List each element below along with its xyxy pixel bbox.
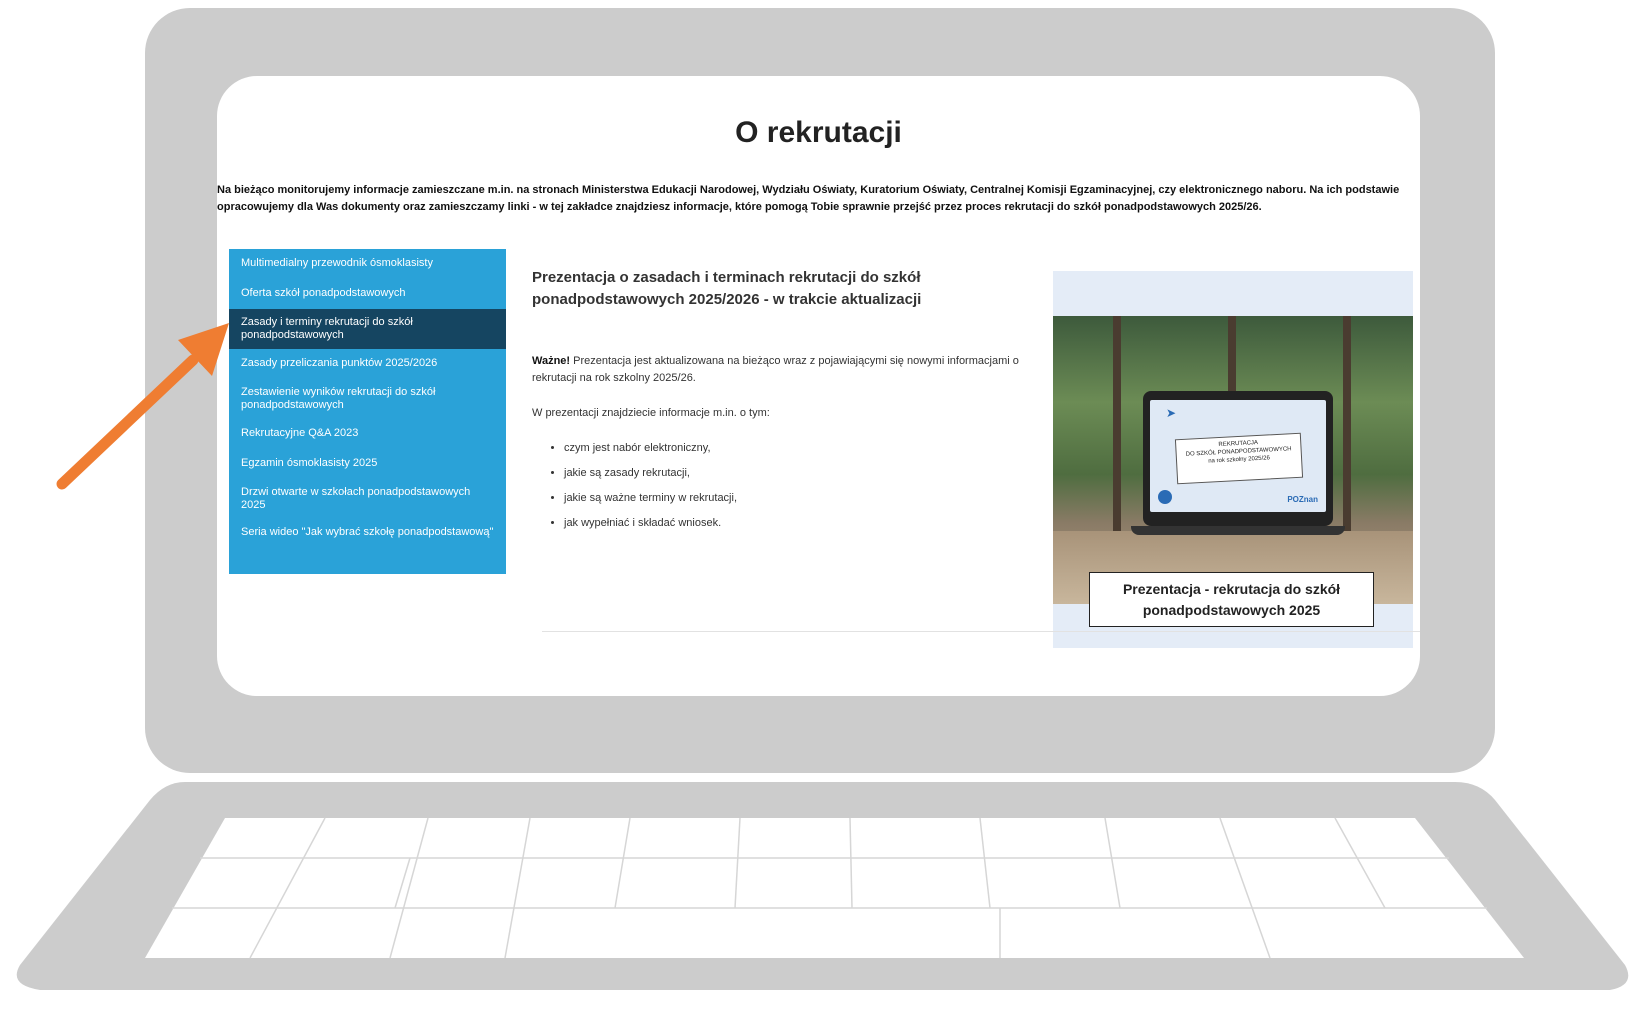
- banner-photo: ➤ REKRUTACJA DO SZKÓŁ PONADPODSTAWOWYCH …: [1053, 316, 1413, 604]
- important-text: Prezentacja jest aktualizowana na bieżąc…: [532, 355, 1019, 384]
- important-label: Ważne!: [532, 355, 571, 367]
- window-frame: [1343, 316, 1351, 531]
- divider: [542, 631, 1420, 632]
- list-item: jak wypełniać i składać wniosek.: [564, 515, 1032, 532]
- intro-text: Na bieżąco monitorujemy informacje zamie…: [217, 184, 1400, 213]
- slide-preview: ➤ REKRUTACJA DO SZKÓŁ PONADPODSTAWOWYCH …: [1150, 400, 1326, 512]
- info-list: czym jest nabór elektroniczny, jakie są …: [532, 440, 1032, 532]
- presentation-banner[interactable]: ➤ REKRUTACJA DO SZKÓŁ PONADPODSTAWOWYCH …: [1053, 271, 1413, 648]
- laptop-image-base: [1131, 526, 1345, 535]
- sidebar-item-points-calculation[interactable]: Zasady przeliczania punktów 2025/2026: [229, 349, 506, 379]
- main-content: Prezentacja o zasadach i terminach rekru…: [532, 267, 1032, 540]
- page-title: O rekrutacji: [735, 116, 902, 149]
- sidebar-item-qa[interactable]: Rekrutacyjne Q&A 2023: [229, 419, 506, 449]
- window-frame: [1113, 316, 1121, 531]
- sidebar-item-results-summary[interactable]: Zestawienie wyników rekrutacji do szkół …: [229, 379, 506, 419]
- sidebar-item-multimedia-guide[interactable]: Multimedialny przewodnik ósmoklasisty: [229, 249, 506, 279]
- slide-card: REKRUTACJA DO SZKÓŁ PONADPODSTAWOWYCH na…: [1174, 432, 1304, 485]
- important-note: Ważne! Prezentacja jest aktualizowana na…: [532, 353, 1032, 387]
- list-item: jakie są ważne terminy w rekrutacji,: [564, 490, 1032, 507]
- sidebar-item-school-offer[interactable]: Oferta szkół ponadpodstawowych: [229, 279, 506, 309]
- sidebar-item-video-series[interactable]: Seria wideo "Jak wybrać szkołę ponadpods…: [229, 519, 506, 546]
- seal-icon: [1158, 490, 1172, 504]
- banner-caption: Prezentacja - rekrutacja do szkół ponadp…: [1089, 572, 1374, 627]
- sidebar-item-rules-and-deadlines[interactable]: Zasady i terminy rekrutacji do szkół pon…: [229, 309, 506, 349]
- slide-brand: POZnan: [1287, 495, 1318, 504]
- sidebar-nav: Multimedialny przewodnik ósmoklasisty Of…: [229, 249, 506, 574]
- sidebar-item-open-days[interactable]: Drzwi otwarte w szkołach ponadpodstawowy…: [229, 479, 506, 519]
- list-item: jakie są zasady rekrutacji,: [564, 465, 1032, 482]
- sidebar-item-exam[interactable]: Egzamin ósmoklasisty 2025: [229, 449, 506, 479]
- list-item: czym jest nabór elektroniczny,: [564, 440, 1032, 457]
- laptop-image: ➤ REKRUTACJA DO SZKÓŁ PONADPODSTAWOWYCH …: [1143, 391, 1333, 526]
- paper-plane-icon: ➤: [1166, 406, 1177, 420]
- laptop-screen: O rekrutacji Na bieżąco monitorujemy inf…: [217, 76, 1420, 696]
- intro-paragraph: W prezentacji znajdziecie informacje m.i…: [532, 407, 770, 419]
- content-title: Prezentacja o zasadach i terminach rekru…: [532, 269, 922, 308]
